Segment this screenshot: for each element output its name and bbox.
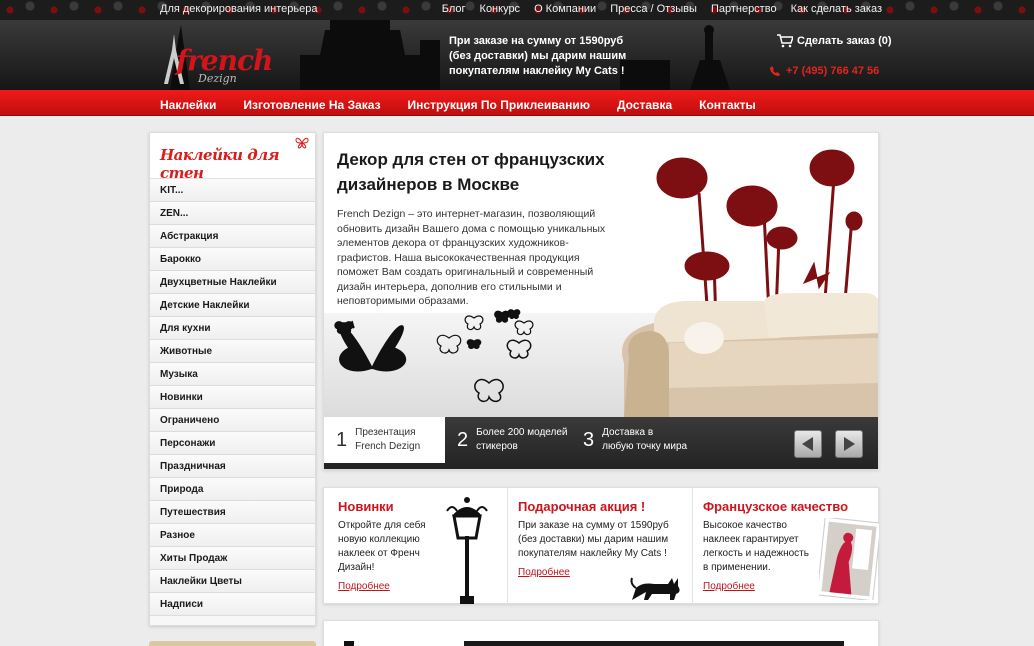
heading-fragment [344,641,354,646]
sidebar-item-misc[interactable]: Разное [150,524,315,547]
nav-custom-order[interactable]: Изготовление На Заказ [243,98,380,112]
slider-steps: 1 Презентация French Dezign 2 Более 200 … [324,417,878,469]
sidebar-item-flowers[interactable]: Наклейки Цветы [150,570,315,593]
sidebar-item-music[interactable]: Музыка [150,363,315,386]
slide-tab-label: Доставка в любую точку мира [602,427,688,452]
slide-tab-label: Презентация French Dezign [355,427,421,452]
top-link-blog[interactable]: Блог [442,3,466,15]
feature-new: Новинки Откройте для себя новую коллекци… [324,488,507,605]
sidebar-bottom-banner [149,641,316,646]
logo-subtext: Dezign [198,72,237,85]
quality-photo-image [819,518,879,600]
nav-delivery[interactable]: Доставка [617,98,672,112]
content-next-section [323,620,879,646]
header-promo: При заказе на сумму от 1590руб (без дост… [449,35,627,77]
sidebar-item-characters[interactable]: Персонажи [150,432,315,455]
top-link-press[interactable]: Пресса / Отзывы [610,3,697,15]
cart-icon [777,34,793,48]
feature-title: Французское качество [703,499,849,514]
sidebar-header: Наклейки для стен [150,133,315,182]
feature-text: Высокое качество наклеек гарантирует лег… [703,520,809,573]
arrow-right-icon [844,437,855,451]
nav-contacts[interactable]: Контакты [699,98,756,112]
slide-tab-1[interactable]: 1 Презентация French Dezign [324,417,445,463]
arrow-left-icon [802,437,813,451]
cart-button[interactable]: Сделать заказ (0) [777,34,892,48]
feature-more-link[interactable]: Подробнее [703,581,755,592]
nav-stickers[interactable]: Наклейки [160,98,216,112]
slide-tab-label: Более 200 моделей стикеров [476,427,568,452]
cart-label: Сделать заказ (0) [797,35,892,47]
top-link-contest[interactable]: Конкурс [480,3,521,15]
feature-boxes: Новинки Откройте для себя новую коллекци… [323,487,880,605]
nav-instructions[interactable]: Инструкция По Приклеиванию [408,98,590,112]
butterfly-icon [295,137,309,149]
top-link-partnership[interactable]: Партнерство [711,3,777,15]
phone-label: +7 (495) 766 47 56 [786,65,880,77]
sidebar-title: Наклейки для стен [160,146,280,182]
sidebar-item-two-color[interactable]: Двухцветные Наклейки [150,271,315,294]
feature-more-link[interactable]: Подробнее [338,581,390,592]
top-link-about[interactable]: О Компании [534,3,596,15]
sidebar-item-new[interactable]: Новинки [150,386,315,409]
sidebar-item-kit[interactable]: KIT... [150,179,315,202]
slide-tab-number: 3 [583,428,595,451]
main-nav: Наклейки Изготовление На Заказ Инструкци… [0,90,1034,116]
slide-tab-number: 1 [336,428,348,451]
street-lamp-image [446,497,488,604]
feature-text: При заказе на сумму от 1590руб (без дост… [518,520,669,559]
header: french Dezign При заказе на сумму от 159… [0,20,1034,90]
slider-next-button[interactable] [835,430,863,458]
hero-text: French Dezign – это интернет-магазин, по… [337,208,606,307]
site-tagline: Для декорирования интерьера [160,3,318,15]
sidebar-item-bestsellers[interactable]: Хиты Продаж [150,547,315,570]
phone-icon [770,66,780,76]
slide-tab-3[interactable]: 3 Доставка в любую точку мира [583,417,703,463]
sidebar-item-travel[interactable]: Путешествия [150,501,315,524]
hero-title: Декор для стен от французских дизайнеров… [337,150,605,194]
sidebar-item-nature[interactable]: Природа [150,478,315,501]
category-sidebar: Наклейки для стен KIT... ZEN... Абстракц… [149,132,316,626]
feature-title: Подарочная акция ! [518,499,646,514]
feature-gift: Подарочная акция ! При заказе на сумму о… [507,488,692,605]
sidebar-item-kitchen[interactable]: Для кухни [150,317,315,340]
sidebar-item-holiday[interactable]: Праздничная [150,455,315,478]
black-cat-image [630,577,680,600]
feature-quality: Французское качество Высокое качество на… [692,488,880,605]
top-strip: Для декорирования интерьера Блог Конкурс… [0,0,1034,20]
phone-number: +7 (495) 766 47 56 [770,65,879,77]
slider-prev-button[interactable] [794,430,822,458]
heading-fragment [464,641,844,646]
sidebar-item-baroque[interactable]: Барокко [150,248,315,271]
sidebar-item-kids[interactable]: Детские Наклейки [150,294,315,317]
sidebar-item-abstraction[interactable]: Абстракция [150,225,315,248]
feature-text: Откройте для себя новую коллекцию наклее… [338,520,426,573]
slide-tab-number: 2 [457,428,469,451]
sidebar-item-inscriptions[interactable]: Надписи [150,593,315,616]
sidebar-item-limited[interactable]: Ограничено [150,409,315,432]
sidebar-item-animals[interactable]: Животные [150,340,315,363]
category-list: KIT... ZEN... Абстракция Барокко Двухцве… [150,179,315,616]
feature-more-link[interactable]: Подробнее [518,567,570,578]
feature-title: Новинки [338,499,394,514]
top-link-how-to-order[interactable]: Как сделать заказ [791,3,882,15]
sidebar-item-zen[interactable]: ZEN... [150,202,315,225]
top-nav: Блог Конкурс О Компании Пресса / Отзывы … [442,3,882,15]
slide-tab-2[interactable]: 2 Более 200 моделей стикеров [457,417,577,463]
hero-slider: Декор для стен от французских дизайнеров… [323,132,879,470]
